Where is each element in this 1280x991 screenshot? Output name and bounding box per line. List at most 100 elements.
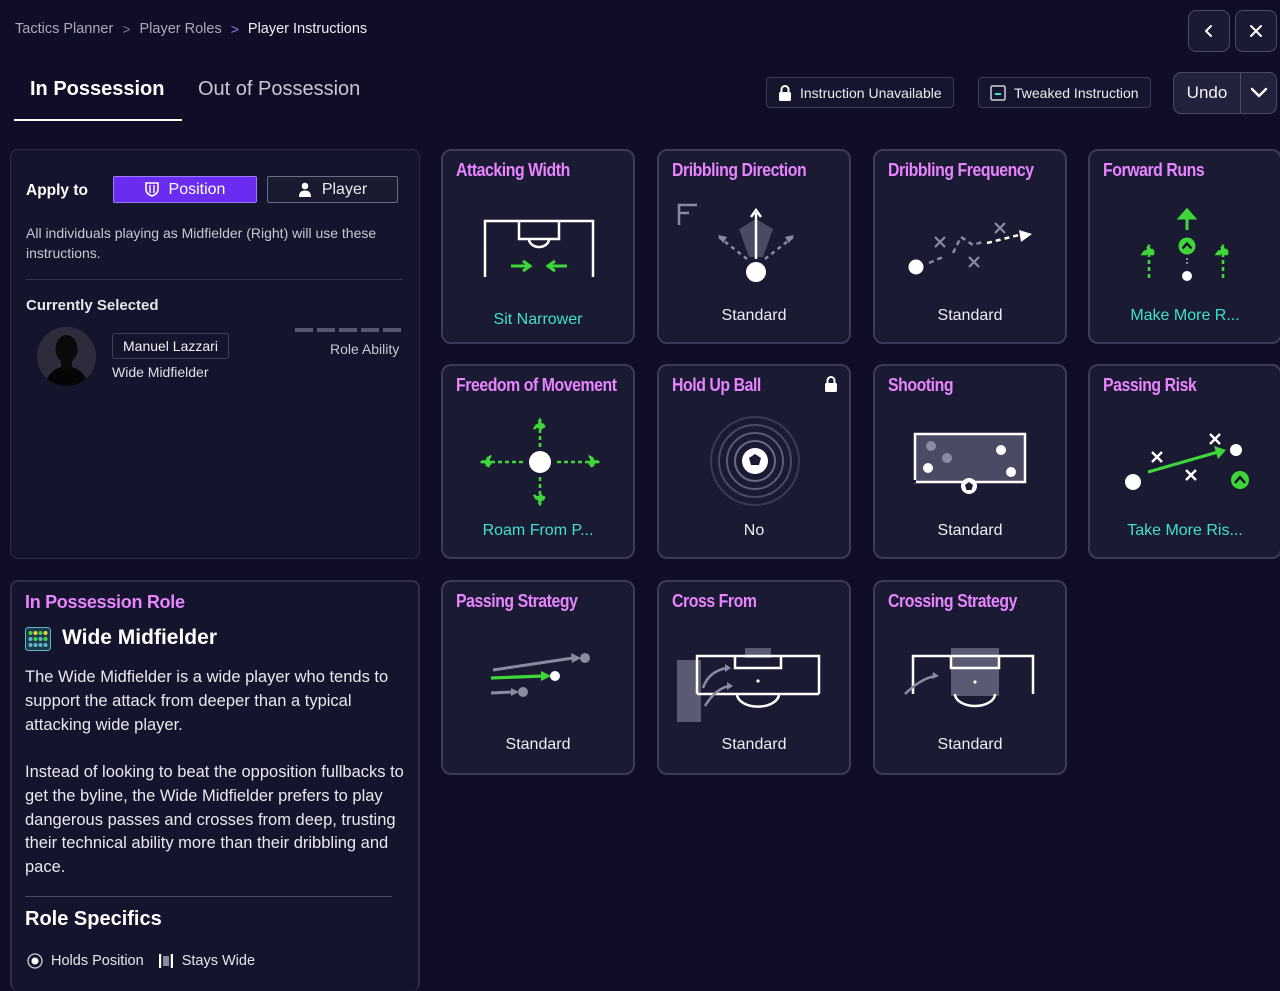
- holds-position-icon: [27, 953, 43, 969]
- card-value: No: [743, 522, 765, 539]
- undo-label: Undo: [1186, 83, 1228, 102]
- card-title: Forward Runs: [1103, 160, 1205, 180]
- ability-bar: [361, 328, 379, 332]
- card-title: Crossing Strategy: [888, 591, 1017, 611]
- breadcrumb-player-instructions: Player Instructions: [247, 21, 368, 37]
- card-value: Standard: [721, 736, 787, 753]
- card-title: Dribbling Direction: [672, 160, 807, 180]
- ability-bar: [383, 328, 401, 332]
- card-freedom-of-movement[interactable]: Freedom of Movement Roam From P...: [441, 364, 635, 559]
- breadcrumb-player-roles[interactable]: Player Roles: [140, 21, 222, 37]
- chevron-right-icon: >: [122, 21, 131, 37]
- tab-out-of-possession[interactable]: Out of Possession: [198, 78, 360, 101]
- apply-to-label: Apply to: [26, 182, 88, 199]
- card-value: Standard: [505, 736, 571, 753]
- ability-bar: [317, 328, 335, 332]
- legend-tweaked-label: Tweaked Instruction: [1014, 84, 1139, 101]
- card-value: Sit Narrower: [493, 311, 583, 328]
- currently-selected-heading: Currently Selected: [26, 297, 159, 314]
- card-dribbling-direction[interactable]: Dribbling Direction Standard: [657, 149, 851, 344]
- active-tab-indicator: [14, 119, 182, 121]
- card-value: Take More Ris...: [1127, 522, 1243, 539]
- card-shooting[interactable]: Shooting Standard: [873, 364, 1067, 559]
- back-button[interactable]: [1188, 10, 1230, 52]
- card-title: Passing Risk: [1103, 375, 1197, 395]
- player-role: Wide Midfielder: [112, 364, 209, 380]
- padlock-icon: [779, 84, 791, 101]
- padlock-icon: [825, 376, 837, 392]
- card-title: Passing Strategy: [456, 591, 578, 611]
- role-description-1: The Wide Midfielder is a wide player who…: [25, 668, 389, 734]
- divider: [25, 896, 392, 897]
- spec-holds-position: Holds Position: [51, 953, 144, 969]
- stays-wide-icon: [158, 954, 173, 968]
- card-title: Cross From: [672, 591, 757, 611]
- card-value: Roam From P...: [482, 522, 594, 539]
- card-forward-runs[interactable]: Forward Runs Make More R...: [1088, 149, 1280, 344]
- breadcrumb-tactics-planner[interactable]: Tactics Planner: [15, 21, 113, 37]
- card-dribbling-frequency[interactable]: Dribbling Frequency Standard: [873, 149, 1067, 344]
- ability-bar: [295, 328, 313, 332]
- chevron-down-icon: [1250, 87, 1267, 98]
- role-ability-bars: [295, 328, 401, 332]
- ability-bar: [339, 328, 357, 332]
- close-icon: [1250, 25, 1262, 37]
- legend-instruction-unavailable: Instruction Unavailable: [766, 77, 954, 108]
- breadcrumb: Tactics Planner > Player Roles > Player …: [15, 21, 367, 37]
- player-name-text: Manuel Lazzari: [123, 338, 218, 354]
- card-value: Standard: [937, 307, 1003, 324]
- role-specifics-list: Holds Position Stays Wide: [27, 953, 255, 969]
- hold-up-ball-illustration: [710, 416, 800, 506]
- card-title: Hold Up Ball: [672, 375, 761, 395]
- card-value: Make More R...: [1130, 307, 1240, 324]
- freedom-of-movement-illustration: [479, 417, 601, 507]
- chevron-left-icon: [1205, 25, 1212, 37]
- shooting-illustration: [913, 432, 1027, 494]
- spec-stays-wide: Stays Wide: [181, 953, 256, 969]
- card-hold-up-ball[interactable]: Hold Up Ball No: [657, 364, 851, 559]
- card-attacking-width[interactable]: Attacking Width Sit Narrower: [441, 149, 635, 344]
- close-button[interactable]: [1235, 10, 1277, 52]
- role-title: Wide Midfielder: [62, 626, 217, 649]
- dribbling-direction-illustration: [677, 203, 794, 282]
- card-passing-strategy[interactable]: Passing Strategy Standard: [441, 580, 635, 775]
- card-value: Standard: [937, 522, 1003, 539]
- crossing-strategy-illustration: [904, 648, 1035, 708]
- card-title: Dribbling Frequency: [888, 160, 1034, 180]
- apply-position-button[interactable]: Position: [113, 176, 257, 203]
- card-value: Standard: [721, 307, 787, 324]
- card-title: Freedom of Movement: [456, 375, 617, 395]
- forward-runs-illustration: [1140, 207, 1232, 281]
- passing-strategy-illustration: [490, 653, 590, 697]
- person-icon: [298, 182, 311, 197]
- role-specifics-heading: Role Specifics: [25, 908, 162, 930]
- undo-button[interactable]: Undo: [1173, 72, 1277, 114]
- undo-dropdown[interactable]: [1241, 87, 1276, 99]
- legend-unavailable-label: Instruction Unavailable: [800, 84, 942, 101]
- passing-risk-illustration: [1125, 433, 1249, 490]
- role-description-2: Instead of looking to beat the oppositio…: [25, 763, 404, 877]
- attacking-width-illustration: [483, 219, 595, 277]
- player-name[interactable]: Manuel Lazzari: [112, 333, 229, 359]
- apply-description: All individuals playing as Midfielder (R…: [26, 225, 377, 261]
- legend-tweaked-instruction: Tweaked Instruction: [978, 77, 1151, 108]
- chevron-right-icon: >: [230, 21, 239, 37]
- card-title: Shooting: [888, 375, 954, 395]
- card-cross-from[interactable]: Cross From Standard: [657, 580, 851, 775]
- position-label: Position: [168, 180, 226, 198]
- role-heading: In Possession Role: [25, 592, 185, 612]
- card-title: Attacking Width: [456, 160, 570, 180]
- dribbling-frequency-illustration: [908, 222, 1032, 275]
- tab-in-possession[interactable]: In Possession: [30, 78, 165, 101]
- player-label: Player: [321, 180, 368, 198]
- tweaked-icon: [990, 84, 1006, 101]
- card-value: Standard: [937, 736, 1003, 753]
- cross-from-illustration: [677, 648, 821, 722]
- shield-icon: [144, 182, 159, 197]
- role-pitch-icon: [25, 627, 51, 651]
- card-passing-risk[interactable]: Passing Risk Take More Ris...: [1088, 364, 1280, 559]
- avatar: [37, 327, 96, 386]
- apply-player-button[interactable]: Player: [267, 176, 398, 203]
- divider: [26, 279, 403, 280]
- card-crossing-strategy[interactable]: Crossing Strategy Standard: [873, 580, 1067, 775]
